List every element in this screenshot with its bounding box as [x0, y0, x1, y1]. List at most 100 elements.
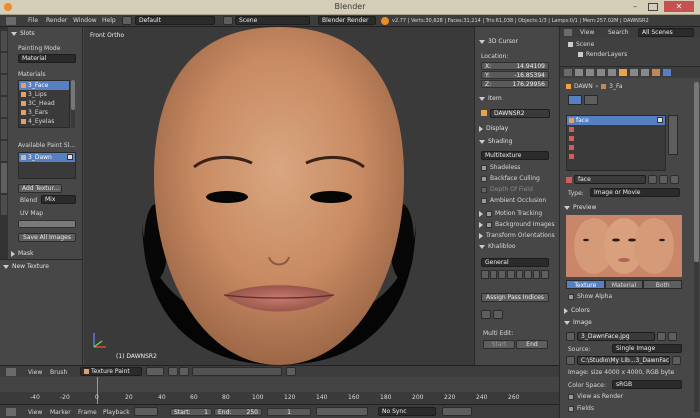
close-button[interactable]: ✕	[664, 1, 694, 12]
vertex-mask-icon[interactable]	[179, 367, 189, 376]
scene-selector[interactable]: Scene	[235, 16, 310, 25]
mask-header[interactable]: Mask	[11, 250, 33, 257]
tab-physics[interactable]	[1, 119, 7, 139]
texture-slot-item[interactable]	[567, 143, 665, 152]
material-item[interactable]: 4_Eyelas	[19, 117, 69, 126]
transform-orientations-header[interactable]: Transform Orientations	[479, 231, 555, 240]
menu-render[interactable]: Render	[46, 17, 67, 24]
shading-header[interactable]: Shading	[479, 138, 512, 145]
color-space-select[interactable]: sRGB	[612, 380, 682, 389]
paint-slot-item[interactable]: 3_Dawn	[19, 153, 75, 162]
texture-users-button[interactable]	[648, 175, 657, 184]
editor-type-icon[interactable]	[6, 368, 16, 376]
texture-slot-item[interactable]: face	[567, 116, 665, 125]
image-name-field[interactable]: 3_DawnFace.jpg	[577, 332, 655, 341]
backface-culling-checkbox[interactable]: Backface Culling	[481, 174, 540, 183]
tool-icon[interactable]	[506, 270, 515, 279]
object-tab-icon[interactable]	[619, 69, 627, 76]
maximize-button[interactable]	[648, 3, 658, 11]
tool-icon[interactable]	[541, 270, 549, 279]
layout-icon[interactable]	[122, 16, 132, 25]
end-frame-field[interactable]: End: 250	[214, 408, 262, 416]
slot-checkbox[interactable]	[657, 117, 663, 123]
menu-help[interactable]: Help	[102, 17, 116, 24]
tool-icon[interactable]	[515, 270, 524, 279]
texture-slot-item[interactable]	[567, 125, 665, 134]
unlink-texture-button[interactable]	[670, 175, 679, 184]
depth-of-field-checkbox[interactable]: Depth Of Field	[481, 185, 533, 194]
painting-mode-select[interactable]: Material	[18, 54, 76, 63]
material-item[interactable]: 3_Ears	[19, 108, 69, 117]
slot-move-buttons[interactable]	[668, 115, 678, 155]
editor-type-icon[interactable]	[564, 69, 572, 76]
tab-create[interactable]	[1, 53, 7, 73]
timeline-marker-menu[interactable]: Marker	[50, 409, 71, 416]
timeline-scrub-area[interactable]	[0, 377, 559, 392]
slots-header[interactable]: Slots	[11, 30, 35, 37]
material-tab-icon[interactable]	[652, 69, 660, 76]
render-layers-item[interactable]: RenderLayers	[578, 50, 627, 59]
view-as-render-checkbox[interactable]: View as Render	[568, 392, 623, 401]
layers-tab-icon[interactable]	[586, 69, 594, 76]
tab-slots[interactable]	[1, 163, 7, 193]
image-header[interactable]: Image	[564, 319, 592, 326]
minimize-button[interactable]: –	[630, 3, 640, 11]
keying-icons[interactable]	[442, 407, 472, 416]
menu-window[interactable]: Window	[73, 17, 97, 24]
timeline-view-menu[interactable]: View	[28, 409, 42, 416]
properties-scrollbar[interactable]	[694, 82, 699, 412]
khalibloo-mode-select[interactable]: General	[481, 258, 549, 267]
object-name-field[interactable]: DAWNSR2	[490, 109, 550, 118]
outliner-view-menu[interactable]: View	[580, 29, 594, 36]
editor-type-icon[interactable]	[6, 17, 16, 25]
shading-select[interactable]	[146, 367, 164, 376]
tab-material[interactable]: Material	[604, 280, 644, 289]
blend-select[interactable]: Mix	[41, 195, 76, 204]
outliner-search-menu[interactable]: Search	[608, 29, 629, 36]
mask-toggle-icon[interactable]	[168, 367, 178, 376]
image-browse-button[interactable]	[566, 332, 575, 341]
render-preview-icon[interactable]	[286, 367, 296, 376]
layout-selector[interactable]: Default	[135, 16, 215, 25]
cursor-y-field[interactable]: Y: -16.85394	[481, 71, 549, 79]
timeline[interactable]: -40 -20 0 20 40 60 80 100 120 140 160 18…	[0, 377, 559, 404]
unlink-image-button[interactable]	[668, 332, 677, 341]
scene-tree-item[interactable]: Scene	[568, 40, 594, 49]
add-texture-button[interactable]: Add Textur...	[18, 184, 62, 193]
scene-tab-icon[interactable]	[597, 69, 605, 76]
item-header[interactable]: Item	[479, 95, 502, 102]
save-all-images-button[interactable]: Save All Images	[18, 233, 76, 242]
tab-tools[interactable]	[1, 31, 7, 51]
scrollbar-thumb[interactable]	[71, 80, 75, 110]
shadeless-checkbox[interactable]: Shadeless	[481, 163, 520, 172]
texture-name-field[interactable]: face	[574, 175, 646, 184]
cursor-z-field[interactable]: Z: 176.29956	[481, 80, 549, 88]
ambient-occlusion-checkbox[interactable]: Ambient Occlusion	[481, 196, 546, 205]
tab-grease-pencil[interactable]	[1, 141, 7, 161]
khalibloo-header[interactable]: Khalibloo	[479, 242, 516, 251]
modifiers-tab-icon[interactable]	[630, 69, 638, 76]
scrollbar-thumb[interactable]	[694, 82, 699, 262]
source-select[interactable]: Single Image	[612, 344, 682, 353]
tool-icon[interactable]	[481, 270, 489, 279]
start-frame-field[interactable]: Start: 1	[170, 408, 212, 416]
tab-both[interactable]: Both	[643, 280, 683, 289]
slot-checkbox[interactable]	[67, 154, 73, 160]
render-engine-selector[interactable]: Blender Render	[318, 16, 376, 25]
render-tab-icon[interactable]	[575, 69, 583, 76]
new-texture-header[interactable]: New Texture	[3, 263, 49, 270]
image-filepath-field[interactable]: C:\Studio\My Lib...3_DawnFace.jpg	[577, 356, 670, 365]
material-item[interactable]: 3_Lips	[19, 90, 69, 99]
timeline-playback-menu[interactable]: Playback	[103, 409, 130, 416]
show-alpha-checkbox[interactable]: Show Alpha	[568, 292, 612, 301]
motion-tracking-header[interactable]: Motion Tracking	[479, 209, 542, 218]
materials-scrollbar[interactable]	[71, 80, 75, 128]
sync-select[interactable]: No Sync	[378, 407, 436, 416]
tab-options[interactable]	[1, 195, 7, 215]
assign-pass-indices-button[interactable]: Assign Pass Indices	[481, 293, 549, 302]
record-icon[interactable]	[134, 407, 158, 416]
data-tab-icon[interactable]	[641, 69, 649, 76]
tab-relations[interactable]	[1, 75, 7, 95]
texture-slot-item[interactable]	[567, 134, 665, 143]
tool-icon[interactable]	[524, 270, 532, 279]
